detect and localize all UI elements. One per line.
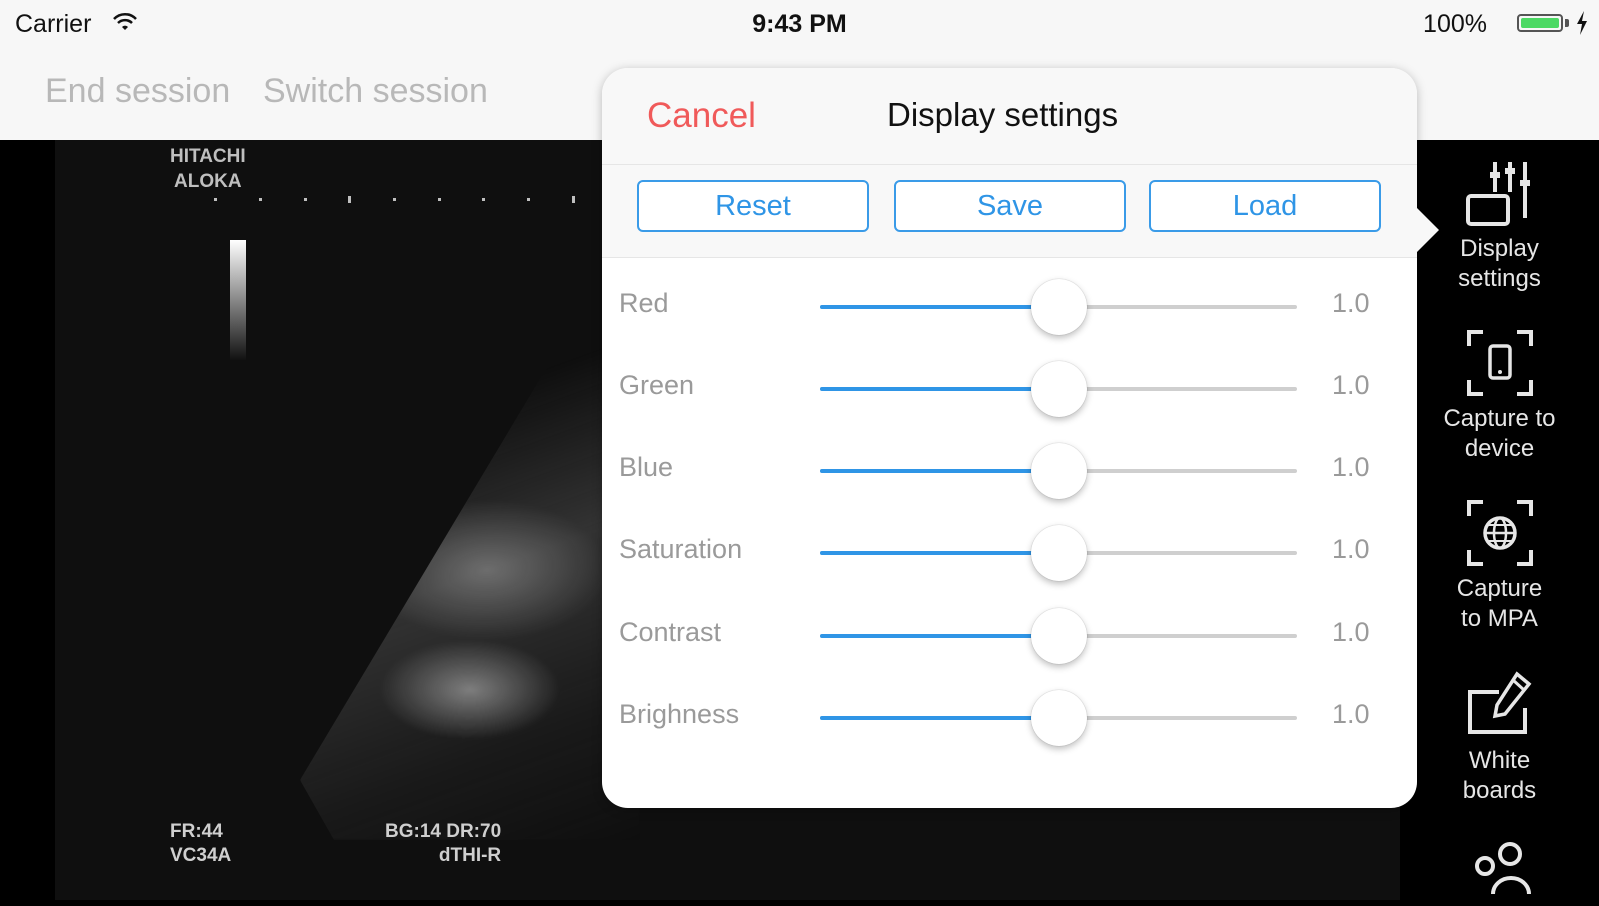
- slider-fill: [820, 551, 1059, 555]
- battery-percent: 100%: [1423, 10, 1487, 38]
- slider-track[interactable]: [820, 443, 1297, 499]
- slider-knob[interactable]: [1030, 443, 1087, 499]
- brand-logo: HITACHI ALOKA: [170, 144, 246, 194]
- slider-value: 1.0: [1332, 699, 1370, 729]
- whiteboard-icon: [1467, 671, 1531, 734]
- status-bar: Carrier 9:43 PM 100%: [0, 0, 1599, 50]
- battery-icon: [1517, 14, 1563, 32]
- whiteboards-label: White boards: [1462, 747, 1537, 804]
- imaging-mode: dTHI-R: [438, 845, 502, 866]
- slider-value: 1.0: [1332, 288, 1370, 318]
- slider-row: Green 1.0: [602, 358, 1417, 418]
- frame-rate: FR:44: [170, 821, 223, 842]
- load-button[interactable]: Load: [1149, 180, 1381, 232]
- capture-mpa-icon: [1466, 500, 1533, 566]
- slider-knob[interactable]: [1030, 279, 1087, 335]
- capture-device-button[interactable]: Capture to device: [1400, 328, 1599, 464]
- slider-track[interactable]: [820, 525, 1297, 581]
- popover-arrow: [1417, 208, 1439, 252]
- slider-knob[interactable]: [1030, 608, 1087, 664]
- slider-row: Red 1.0: [602, 276, 1417, 336]
- display-settings-popover: Cancel Display settings Reset Save Load …: [602, 68, 1439, 808]
- slider-fill: [820, 716, 1059, 720]
- users-icon: [1474, 842, 1531, 895]
- slider-row: Brighness 1.0: [602, 687, 1417, 747]
- slider-track[interactable]: [820, 279, 1297, 335]
- slider-value: 1.0: [1332, 617, 1370, 647]
- slider-track[interactable]: [820, 361, 1297, 417]
- clock: 9:43 PM: [752, 10, 847, 38]
- display-settings-icon: [1465, 162, 1530, 226]
- slider-label: Blue: [619, 452, 674, 482]
- probe-name: VC34A: [170, 845, 232, 866]
- slider-track[interactable]: [820, 690, 1297, 746]
- charging-icon: [1577, 11, 1587, 35]
- scan-info-left: FR:44 VC34A: [170, 820, 231, 868]
- capture-mpa-label: Capture to MPA: [1456, 575, 1543, 632]
- slider-row: Contrast 1.0: [602, 605, 1417, 665]
- brand-line1: HITACHI: [170, 146, 246, 167]
- battery-tip: [1565, 19, 1569, 27]
- gain-range: BG:14 DR:70: [385, 821, 502, 842]
- popover-header: Cancel Display settings: [602, 68, 1417, 165]
- grayscale-bar: [230, 240, 246, 360]
- slider-value: 1.0: [1332, 534, 1370, 564]
- reset-button[interactable]: Reset: [637, 180, 869, 232]
- slider-value: 1.0: [1332, 370, 1370, 400]
- slider-label: Green: [619, 370, 695, 400]
- scan-info-right: BG:14 DR:70 dTHI-R: [385, 820, 501, 868]
- capture-device-icon: [1466, 330, 1533, 396]
- users-button[interactable]: [1400, 840, 1599, 906]
- cancel-button[interactable]: Cancel: [647, 96, 756, 136]
- slider-track[interactable]: [820, 608, 1297, 664]
- capture-device-label: Capture to device: [1443, 405, 1556, 462]
- slider-label: Brighness: [619, 699, 740, 729]
- slider-row: Saturation 1.0: [602, 522, 1417, 582]
- slider-fill: [820, 469, 1059, 473]
- slider-fill: [820, 634, 1059, 638]
- display-settings-label: Display settings: [1458, 235, 1541, 292]
- depth-ticks: [214, 196, 575, 203]
- right-toolbar: Display settings Capture to device Captu…: [1400, 140, 1599, 900]
- slider-knob[interactable]: [1030, 525, 1087, 581]
- brand-line2: ALOKA: [174, 171, 242, 192]
- save-button[interactable]: Save: [894, 180, 1126, 232]
- slider-knob[interactable]: [1030, 361, 1087, 417]
- slider-label: Saturation: [619, 534, 743, 564]
- slider-knob[interactable]: [1030, 690, 1087, 746]
- whiteboards-button[interactable]: White boards: [1400, 670, 1599, 806]
- slider-fill: [820, 305, 1059, 309]
- end-session-button[interactable]: End session: [45, 72, 230, 111]
- slider-value: 1.0: [1332, 452, 1370, 482]
- action-buttons: Reset Save Load: [602, 165, 1417, 258]
- switch-session-button[interactable]: Switch session: [263, 72, 488, 111]
- popover-title: Display settings: [887, 96, 1119, 133]
- slider-label: Contrast: [619, 617, 722, 647]
- slider-row: Blue 1.0: [602, 440, 1417, 500]
- slider-label: Red: [619, 288, 669, 318]
- slider-fill: [820, 387, 1059, 391]
- capture-mpa-button[interactable]: Capture to MPA: [1400, 498, 1599, 634]
